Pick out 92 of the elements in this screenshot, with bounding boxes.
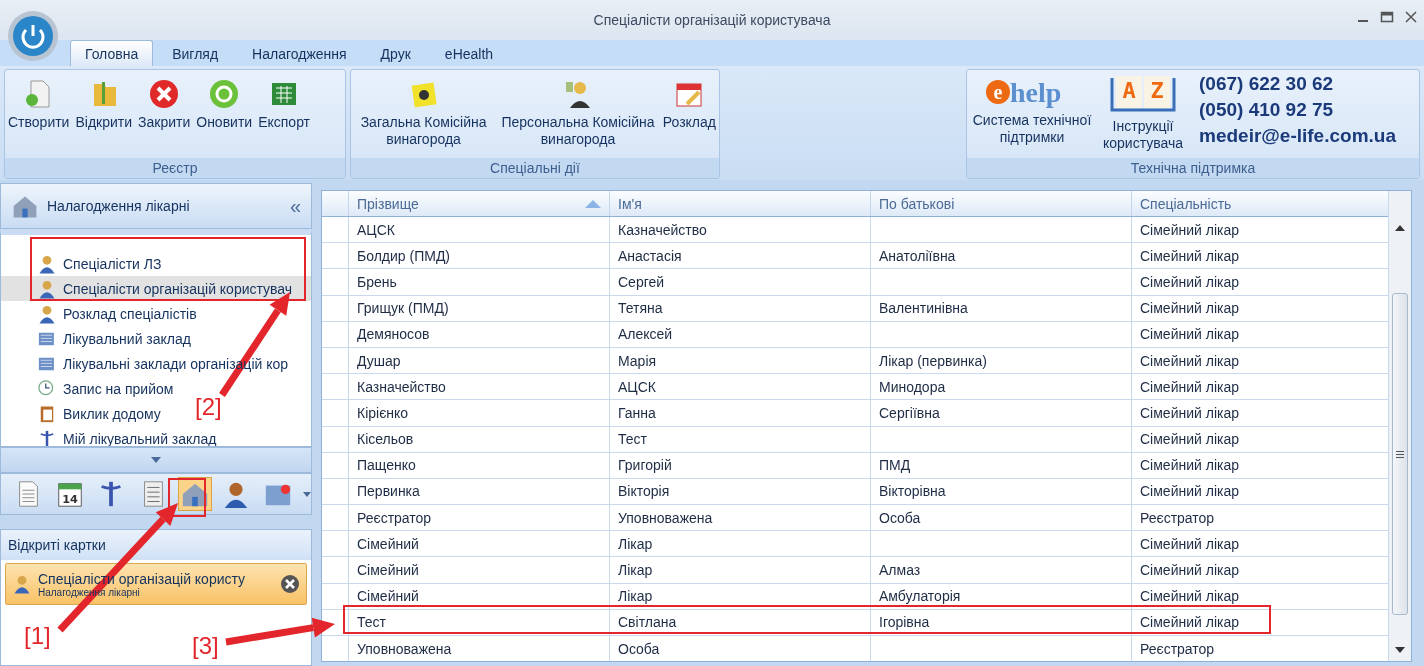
toolbar-button[interactable]: 14: [52, 477, 87, 511]
table-cell: Демяносов: [348, 321, 609, 347]
tree-item-label: Виклик додому: [63, 405, 161, 422]
table-cell: Вікторівна: [870, 478, 1131, 505]
table-cell: Казначейство: [348, 374, 609, 400]
ribbon-button[interactable]: Відкрити: [72, 76, 136, 133]
ribbon-tab[interactable]: Вигляд: [157, 40, 234, 66]
window-title: Спеціалісти організацій користувача: [593, 12, 831, 28]
tree-item[interactable]: Спеціалісти ЛЗ: [1, 251, 166, 276]
table-cell: Ганна: [609, 400, 870, 426]
ribbon-button[interactable]: e help Система технічної підтримки: [967, 72, 1097, 148]
ribbon-button[interactable]: Експорт: [255, 76, 314, 133]
table-cell: Уповноважена: [609, 505, 870, 531]
ribbon-button[interactable]: A Z Інструкції користувача: [1097, 72, 1189, 154]
collapse-button[interactable]: «: [289, 194, 301, 218]
column-header[interactable]: По батькові: [870, 191, 1131, 216]
group-label: Спеціальні дії: [351, 158, 719, 178]
table-cell: ПМД: [870, 452, 1131, 478]
table-cell: Тетяна: [609, 295, 870, 321]
table-cell: Григорій: [609, 452, 870, 478]
ribbon-tab[interactable]: eHealth: [429, 40, 509, 66]
table-cell: Реєстратор: [348, 505, 609, 531]
ribbon-button[interactable]: Загальна Комісійна винагорода: [351, 76, 497, 150]
column-header[interactable]: Прізвище: [348, 191, 609, 216]
ribbon-button[interactable]: Закрити: [135, 76, 194, 133]
table-cell: Особа: [870, 505, 1131, 531]
table-cell: Сергіївна: [870, 400, 1131, 426]
table-cell: Анатоліївна: [870, 243, 1131, 269]
tree-item-label: Спеціалісти організацій користувач: [63, 280, 293, 297]
table-cell: Сімейний: [348, 583, 609, 609]
table-cell: АЦСК: [609, 374, 870, 400]
table-cell: Ігорівна: [870, 609, 1131, 635]
ribbon-button[interactable]: Оновити: [193, 76, 256, 133]
callout-label: [2]: [195, 393, 222, 421]
group-label: Реєстр: [5, 158, 345, 178]
table-cell: Кірієнко: [348, 400, 609, 426]
table-cell: Вікторія: [609, 478, 870, 505]
table-cell: Минодора: [870, 374, 1131, 400]
tree-item-label: Запис на прийом: [63, 380, 174, 397]
group-label: Технічна підтримка: [967, 158, 1419, 178]
tree-item[interactable]: Запис на прийом: [1, 376, 178, 401]
table-cell: Болдир (ПМД): [348, 243, 609, 269]
tree-item[interactable]: Виклик додому: [1, 401, 165, 426]
table-cell: Валентинівна: [870, 295, 1131, 321]
tree-item[interactable]: Мій лікувальний заклад: [1, 426, 221, 446]
table-cell: Тест: [348, 609, 609, 635]
table-cell: Кісельов: [348, 426, 609, 452]
contact-info: (050) 410 92 75: [1199, 98, 1335, 122]
table-cell: Анастасія: [609, 243, 870, 269]
table-cell: Уповноважена: [348, 636, 609, 661]
ribbon-button[interactable]: Створити: [5, 76, 73, 133]
tree-item-label: Розклад спеціалістів: [63, 305, 197, 322]
tree-item[interactable]: Розклад спеціалістів: [1, 301, 201, 326]
table-cell: Світлана: [609, 609, 870, 635]
tree-item-label: Мій лікувальний заклад: [63, 430, 217, 446]
table-cell: Сергей: [609, 269, 870, 295]
ribbon-tab[interactable]: Головна: [70, 40, 154, 66]
table-cell: Казначейство: [609, 217, 870, 243]
table-cell: АЦСК: [348, 217, 609, 243]
table-cell: Лікар: [609, 557, 870, 583]
table-cell: Лікар: [609, 583, 870, 609]
table-cell: Особа: [609, 636, 870, 661]
ribbon-button[interactable]: Персональна Комісійна винагорода: [496, 76, 660, 150]
contact-info: medeir@e-life.com.ua: [1199, 124, 1396, 148]
ribbon-tab[interactable]: Налагодження: [237, 40, 362, 66]
table-cell: Амбулаторія: [870, 583, 1131, 609]
callout-label: [3]: [192, 632, 219, 660]
tree-item-label: Лікувальний заклад: [63, 330, 191, 347]
table-cell: Первинка: [348, 478, 609, 505]
table-cell: Алексей: [609, 321, 870, 347]
table-cell: Пащенко: [348, 452, 609, 478]
panel-title: Відкриті картки: [1, 530, 311, 560]
sidebar-title: Налагодження лікарні: [47, 198, 191, 214]
table-cell: Сімейний: [348, 531, 609, 557]
table-cell: Грищук (ПМД): [348, 295, 609, 321]
table-cell: Сімейний: [348, 557, 609, 583]
tree-item-label: Спеціалісти ЛЗ: [63, 255, 162, 272]
tree-item[interactable]: Лікувальний заклад: [1, 326, 195, 351]
table-cell: Душар: [348, 347, 609, 374]
callout-label: [1]: [24, 622, 51, 650]
ehelp-logo: e help: [984, 74, 1080, 108]
ribbon-button[interactable]: Розклад: [659, 76, 719, 133]
contact-info: (067) 622 30 62: [1199, 72, 1335, 96]
table-cell: Лікар (первинка): [870, 347, 1131, 374]
tree-item[interactable]: Спеціалісти організацій користувач: [1, 276, 311, 301]
table-cell: Марія: [609, 347, 870, 374]
ribbon-tab[interactable]: Друк: [365, 40, 426, 66]
column-header[interactable]: Ім'я: [609, 191, 870, 216]
table-cell: Тест: [609, 426, 870, 452]
table-cell: Лікар: [609, 531, 870, 557]
table-cell: Брень: [348, 269, 609, 295]
table-cell: Алмаз: [870, 557, 1131, 583]
